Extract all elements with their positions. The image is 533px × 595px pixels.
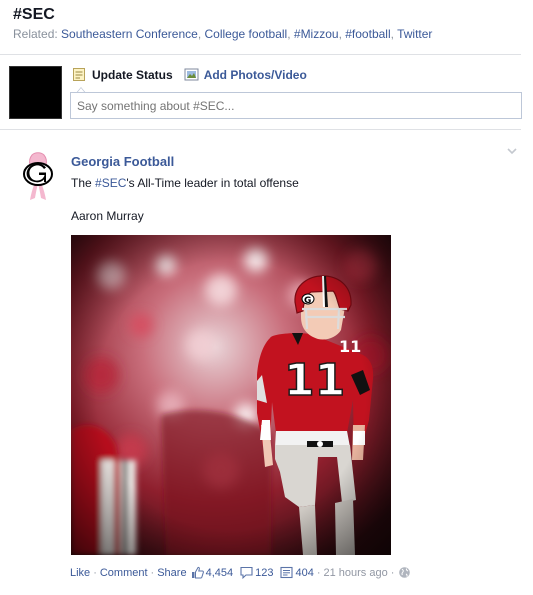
update-status-tab[interactable]: Update Status — [72, 67, 173, 82]
comments-count[interactable]: 123 — [255, 567, 273, 579]
related-link-mizzou[interactable]: #Mizzou — [294, 27, 339, 41]
header-divider — [0, 54, 521, 55]
pencil-note-icon — [73, 68, 85, 81]
comment-link[interactable]: Comment — [100, 567, 148, 579]
message-suffix: 's All-Time leader in total offense — [126, 176, 299, 190]
share-link[interactable]: Share — [157, 567, 186, 579]
related-label: Related: — [13, 27, 58, 41]
post-photo[interactable]: 11 11 G — [71, 235, 391, 555]
post-message: The #SEC's All-Time leader in total offe… — [71, 176, 299, 190]
related-link-football[interactable]: #football — [345, 27, 390, 41]
composer-tabs: Update Status Add Photos/Video — [72, 67, 318, 82]
related-topics: Related: Southeastern Conference, Colleg… — [13, 27, 433, 41]
message-hashtag-link[interactable]: #SEC — [95, 176, 126, 190]
shares-count[interactable]: 404 — [295, 567, 313, 579]
thumbs-up-icon[interactable] — [191, 566, 204, 579]
related-link-college-football[interactable]: College football — [204, 27, 287, 41]
user-avatar[interactable] — [9, 66, 62, 119]
related-link-sec-conference[interactable]: Southeastern Conference — [61, 27, 198, 41]
add-photos-label: Add Photos/Video — [203, 67, 307, 82]
update-status-label: Update Status — [92, 67, 173, 82]
hashtag-title: #SEC — [13, 6, 55, 23]
related-link-twitter[interactable]: Twitter — [397, 27, 432, 41]
photo-icon — [184, 68, 199, 81]
status-input[interactable]: Say something about #SEC... — [70, 92, 522, 119]
post-actions: Like · Comment · Share 4,454 123 404 · 2… — [70, 566, 411, 579]
post-timestamp[interactable]: 21 hours ago — [324, 567, 388, 579]
comment-bubble-icon[interactable] — [240, 566, 253, 579]
likes-count[interactable]: 4,454 — [206, 567, 234, 579]
add-photos-tab[interactable]: Add Photos/Video — [184, 67, 307, 82]
message-prefix: The — [71, 176, 96, 190]
post-author-link[interactable]: Georgia Football — [71, 154, 174, 169]
like-link[interactable]: Like — [70, 567, 90, 579]
georgia-logo-avatar[interactable] — [13, 150, 63, 204]
composer-divider — [0, 129, 521, 130]
post-subline: Aaron Murray — [71, 209, 144, 223]
chevron-down-icon[interactable] — [506, 145, 518, 157]
share-icon[interactable] — [280, 566, 294, 579]
globe-icon[interactable] — [398, 566, 411, 579]
